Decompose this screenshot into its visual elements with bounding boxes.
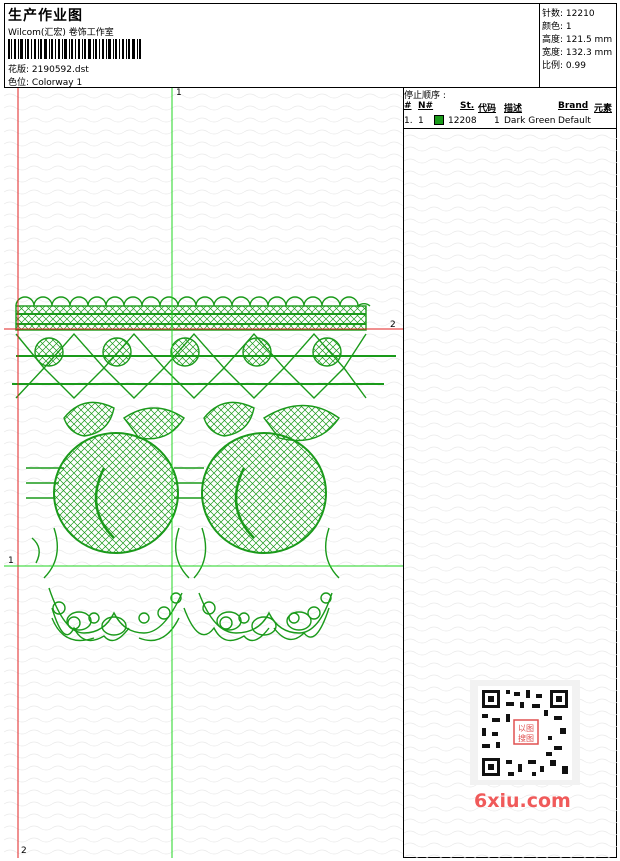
col-code: 代码 [478,104,497,114]
row-brand: Default [558,116,591,126]
stop-sequence-title: 停止顺序 : [404,91,446,101]
qr-code: 以图 搜图 [470,680,580,785]
design-file-line: 花版: 2190592.dst [8,62,89,75]
qr-badge-line1: 以图 [518,724,534,733]
row-code: 1 [494,116,500,126]
col-description: 描述 [504,104,523,114]
guide-label-right: 2 [390,320,396,330]
header-info: 生产作业图 Wilcom(汇宏) 卷饰工作室 花版: 2190592.dst 色… [4,3,540,88]
qr-code-image: 以图 搜图 [478,686,572,780]
col-n: N# [418,101,434,111]
stat-scale: 比例: 0.99 [542,61,586,71]
guide-label-bottom: 2 [21,846,27,856]
row-n: 1 [418,116,424,126]
stat-height: 高度: 121.5 mm [542,35,613,45]
row-stitches: 12208 [448,116,477,126]
col-hash: # [404,101,412,111]
row-description: Dark Green [504,116,556,126]
design-label: 花版: [8,65,30,75]
row-index: 1. [404,116,413,126]
stats-panel: 针数: 12210 颜色: 1 高度: 121.5 mm 宽度: 132.3 m… [540,3,617,88]
stat-width: 宽度: 132.3 mm [542,48,613,58]
guide-label-left: 1 [8,556,14,566]
colorway-value: Colorway 1 [31,78,83,88]
design-filename: 2190592.dst [31,65,89,75]
design-preview: 1 2 1 2 [4,88,404,858]
stat-stitches: 针数: 12210 [542,9,595,19]
color-swatch [434,115,444,125]
colorway-line: 色位: Colorway 1 [8,75,82,88]
page-title: 生产作业图 [8,8,83,24]
colorway-label: 色位: [8,78,30,88]
stat-colors: 颜色: 1 [542,22,572,32]
col-element: 元素 [594,104,613,114]
guide-label-top: 1 [176,88,182,98]
barcode [8,39,141,59]
col-stitches: St. [460,101,475,111]
embroidery-canvas [4,88,403,858]
studio-name: Wilcom(汇宏) 卷饰工作室 [8,28,114,38]
qr-badge-line2: 搜图 [518,733,534,743]
watermark-logo: 6xiu.com [474,790,571,812]
col-brand: Brand [558,101,589,111]
